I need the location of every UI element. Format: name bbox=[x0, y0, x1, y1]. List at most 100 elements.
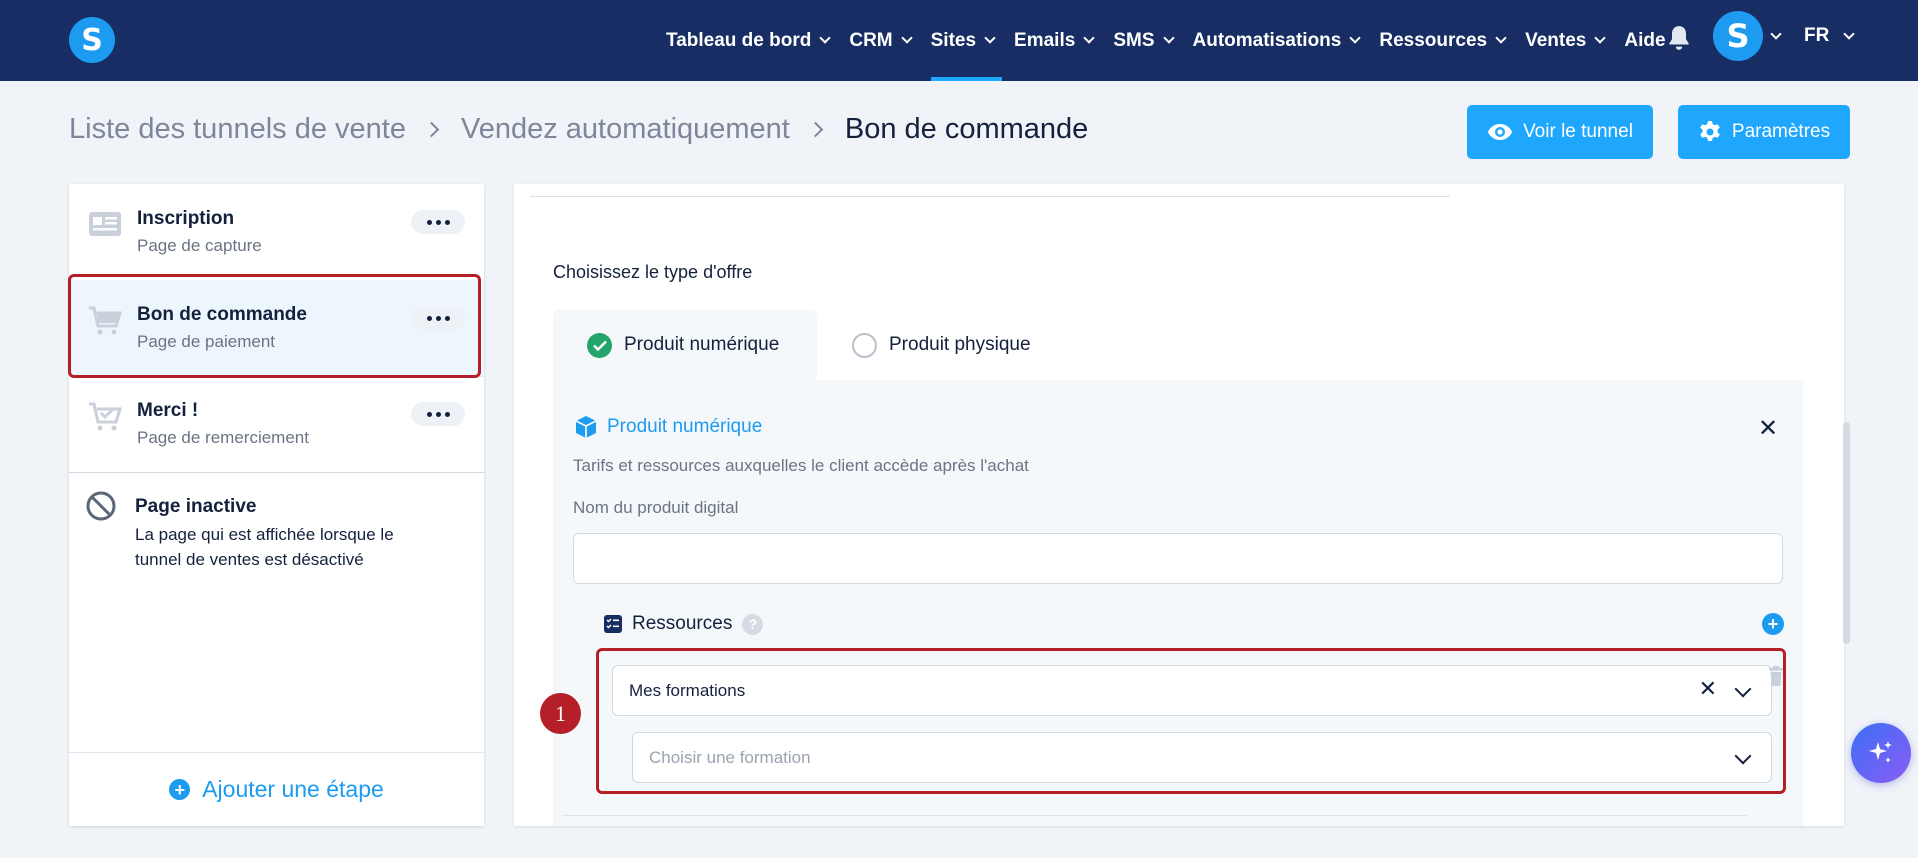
digital-product-description: Tarifs et ressources auxquelles le clien… bbox=[573, 456, 1029, 475]
nav-label: SMS bbox=[1113, 29, 1155, 51]
settings-button[interactable]: Paramètres bbox=[1678, 105, 1850, 159]
step-more-button[interactable] bbox=[411, 402, 465, 426]
resources-label: Ressources bbox=[632, 613, 733, 634]
main-nav: Tableau de bord CRM Sites Emails SMS Aut… bbox=[666, 0, 1686, 81]
digital-product-panel: Produit numérique ✕ Tarifs et ressources… bbox=[553, 380, 1803, 826]
nav-label: Aide bbox=[1624, 29, 1666, 51]
ai-assistant-button[interactable] bbox=[1851, 723, 1911, 783]
view-funnel-button[interactable]: Voir le tunnel bbox=[1467, 105, 1653, 159]
bell-icon[interactable] bbox=[1666, 24, 1692, 52]
clear-icon[interactable]: ✕ bbox=[1699, 676, 1717, 702]
divider bbox=[562, 815, 1747, 816]
step-more-button[interactable] bbox=[411, 210, 465, 234]
chevron-down-icon bbox=[1162, 32, 1175, 44]
nav-label: CRM bbox=[849, 29, 893, 51]
annotation-badge: 1 bbox=[540, 693, 581, 734]
nav-item-sites[interactable]: Sites bbox=[930, 0, 1003, 81]
settings-label: Paramètres bbox=[1731, 121, 1831, 142]
step-subtitle: Page de capture bbox=[137, 236, 262, 255]
nav-item-aide[interactable]: Aide bbox=[1624, 0, 1665, 81]
cart-check-icon bbox=[89, 402, 123, 431]
nav-item-ventes[interactable]: Ventes bbox=[1525, 0, 1607, 81]
tab-physical-product[interactable]: Produit physique bbox=[852, 310, 1031, 380]
add-step-label: Ajouter une étape bbox=[202, 776, 384, 802]
step-editor-panel: Choisissez le type d'offre Produit numér… bbox=[514, 184, 1844, 826]
check-circle-icon bbox=[587, 332, 612, 358]
close-icon[interactable]: ✕ bbox=[1758, 414, 1778, 443]
nav-label: Ressources bbox=[1379, 29, 1488, 51]
chevron-down-icon[interactable] bbox=[1770, 28, 1782, 40]
tab-label: Produit physique bbox=[889, 334, 1031, 355]
add-resource-button[interactable]: + bbox=[1762, 613, 1784, 635]
resource-type-select[interactable]: Mes formations ✕ bbox=[612, 665, 1772, 716]
app-logo[interactable]: S bbox=[69, 17, 115, 63]
step-title: Merci ! bbox=[137, 400, 199, 421]
chevron-right-icon bbox=[423, 121, 440, 138]
nav-item-ressources[interactable]: Ressources bbox=[1379, 0, 1507, 81]
chevron-down-icon bbox=[1734, 747, 1752, 765]
breadcrumb-current: Bon de commande bbox=[844, 113, 1089, 145]
formation-select[interactable]: Choisir une formation bbox=[632, 732, 1772, 783]
form-page-icon bbox=[89, 212, 121, 236]
tab-digital-product[interactable]: Produit numérique bbox=[553, 310, 817, 380]
view-funnel-label: Voir le tunnel bbox=[1523, 121, 1633, 142]
trash-icon[interactable] bbox=[1768, 666, 1784, 686]
chevron-down-icon bbox=[1083, 32, 1095, 44]
chevron-down-icon bbox=[1495, 32, 1507, 44]
chevron-down-icon bbox=[1349, 32, 1362, 44]
chevron-down-icon bbox=[900, 32, 913, 44]
radio-empty-icon bbox=[852, 332, 877, 358]
nav-label: Emails bbox=[1014, 29, 1076, 51]
product-name-label: Nom du produit digital bbox=[573, 498, 739, 517]
add-step-button[interactable]: + Ajouter une étape bbox=[69, 752, 484, 826]
offer-type-label: Choisissez le type d'offre bbox=[553, 262, 753, 282]
eye-icon bbox=[1488, 124, 1513, 140]
breadcrumb-funnel[interactable]: Vendez automatiquement bbox=[461, 113, 790, 146]
chevron-down-icon bbox=[819, 32, 832, 44]
checklist-icon bbox=[604, 615, 622, 633]
language-label: FR bbox=[1804, 25, 1830, 46]
inactive-page-title[interactable]: Page inactive bbox=[135, 496, 256, 518]
step-subtitle: Page de remerciement bbox=[137, 428, 309, 447]
selected-step-highlight bbox=[68, 274, 481, 378]
divider bbox=[69, 472, 484, 473]
nav-item-tableau-de-bord[interactable]: Tableau de bord bbox=[666, 0, 832, 81]
inactive-page-description: La page qui est affichée lorsque le tunn… bbox=[135, 525, 394, 569]
nav-item-automatisations[interactable]: Automatisations bbox=[1192, 0, 1362, 81]
gear-icon bbox=[1700, 121, 1720, 141]
formation-placeholder: Choisir une formation bbox=[649, 747, 811, 767]
nav-label: Tableau de bord bbox=[666, 29, 812, 51]
divider bbox=[530, 196, 1450, 197]
user-avatar[interactable]: S bbox=[1713, 11, 1763, 61]
chevron-down-icon bbox=[1734, 680, 1752, 698]
nav-label: Sites bbox=[930, 29, 977, 51]
chevron-down-icon bbox=[1594, 32, 1607, 44]
nav-label: Automatisations bbox=[1192, 29, 1342, 51]
tab-label: Produit numérique bbox=[624, 334, 780, 355]
digital-product-heading: Produit numérique bbox=[573, 414, 762, 440]
resources-header: Ressources ? bbox=[604, 613, 764, 635]
top-navigation-bar: S Tableau de bord CRM Sites Emails SMS A… bbox=[0, 0, 1918, 81]
step-title: Inscription bbox=[137, 208, 235, 229]
breadcrumb-funnel-list[interactable]: Liste des tunnels de vente bbox=[69, 113, 406, 146]
chevron-down-icon bbox=[1843, 27, 1855, 40]
step-merci[interactable]: Merci ! Page de remerciement bbox=[69, 376, 484, 472]
nav-item-sms[interactable]: SMS bbox=[1113, 0, 1175, 81]
language-selector[interactable]: FR bbox=[1804, 0, 1855, 72]
nav-label: Ventes bbox=[1525, 29, 1587, 51]
chevron-down-icon bbox=[984, 32, 996, 44]
sparkle-icon bbox=[1869, 741, 1892, 763]
disabled-icon bbox=[86, 491, 116, 521]
step-inscription[interactable]: Inscription Page de capture bbox=[69, 184, 484, 280]
resource-type-value: Mes formations bbox=[629, 680, 746, 700]
help-icon[interactable]: ? bbox=[742, 613, 764, 635]
chevron-right-icon bbox=[807, 121, 824, 138]
digital-product-title: Produit numérique bbox=[607, 416, 763, 437]
scrollbar[interactable] bbox=[1843, 422, 1850, 644]
box-icon bbox=[575, 416, 597, 438]
product-name-input[interactable] bbox=[573, 533, 1783, 584]
nav-item-emails[interactable]: Emails bbox=[1014, 0, 1095, 81]
plus-circle-icon: + bbox=[169, 779, 191, 800]
nav-item-crm[interactable]: CRM bbox=[849, 0, 913, 81]
breadcrumb: Liste des tunnels de vente Vendez automa… bbox=[69, 113, 1088, 146]
